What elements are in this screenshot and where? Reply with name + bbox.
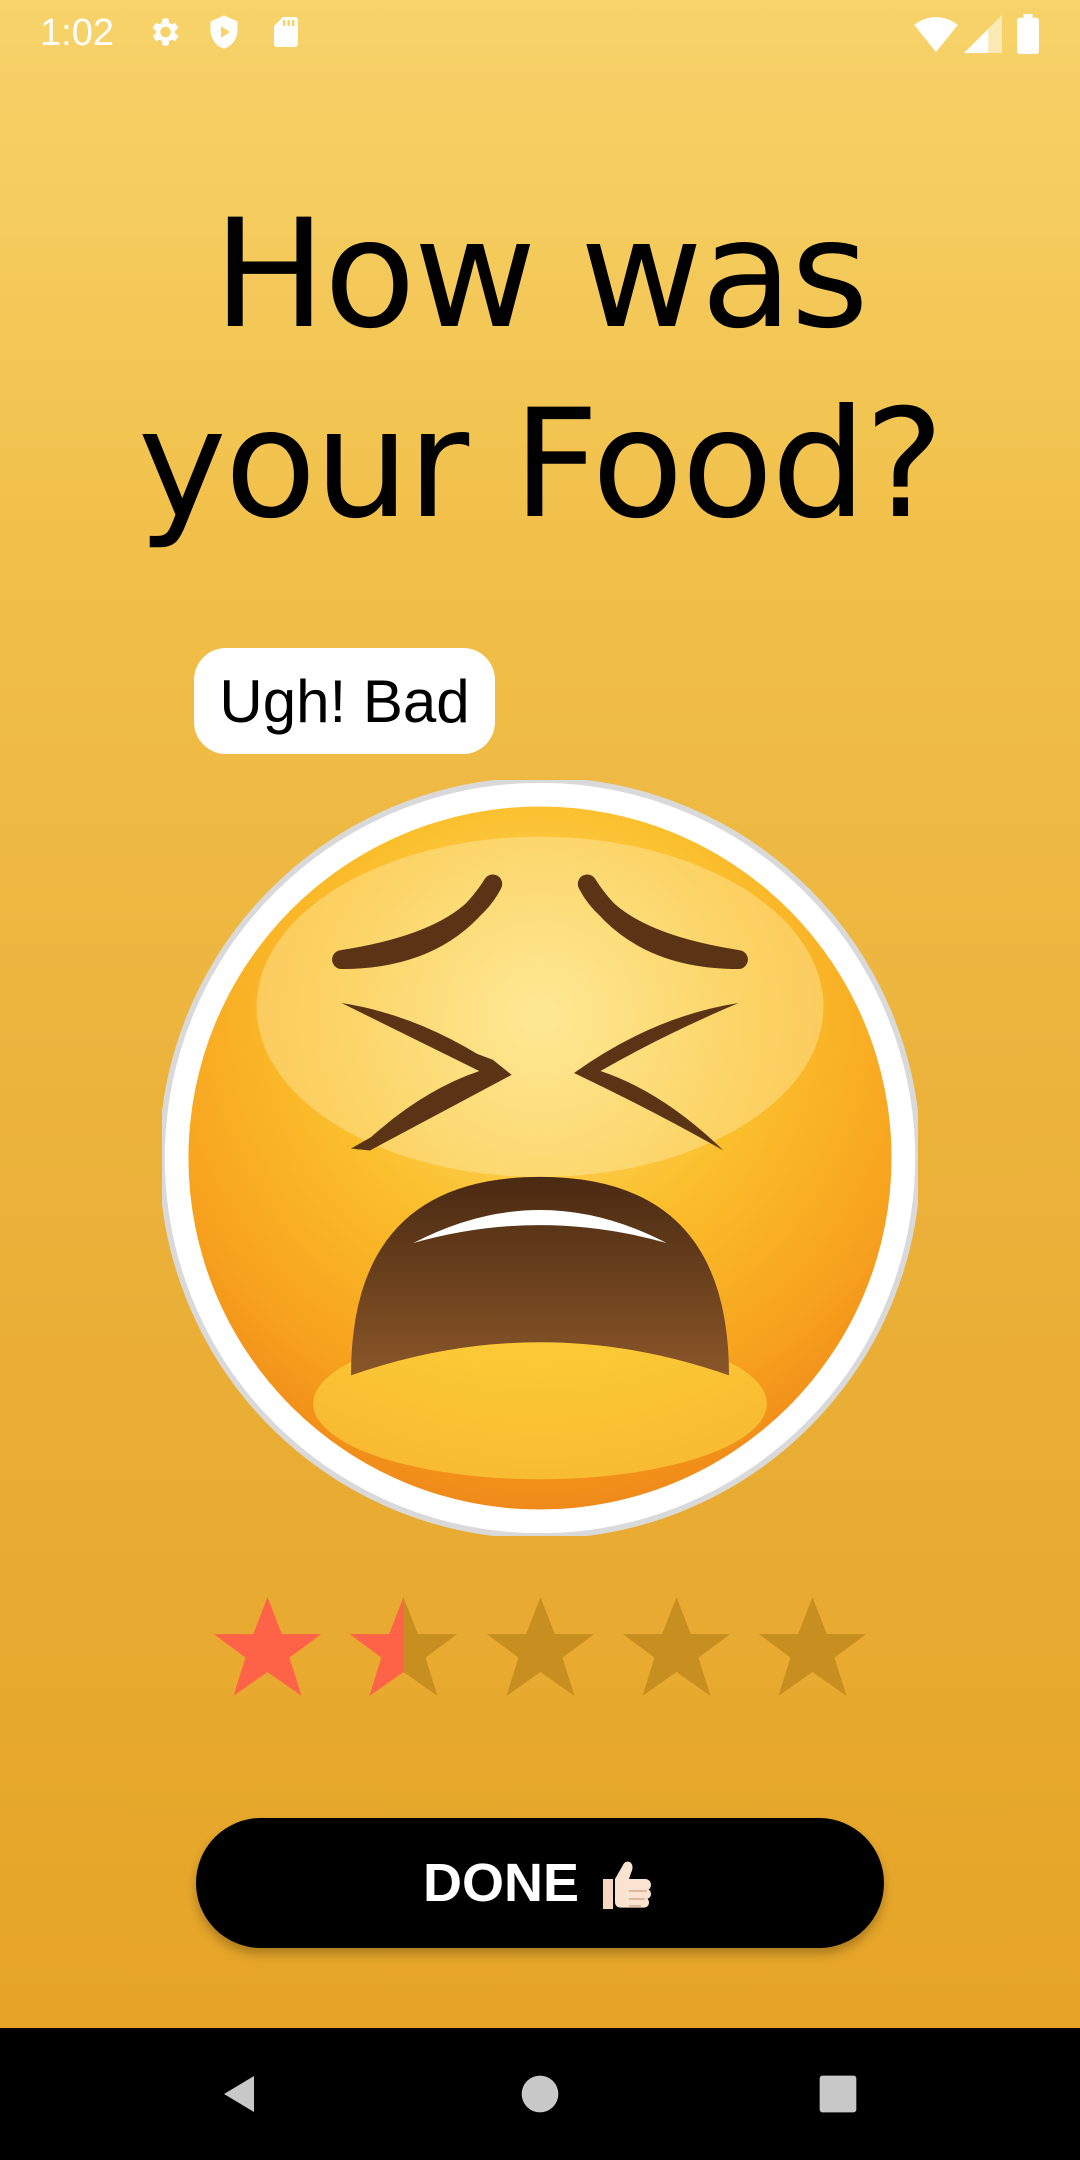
mood-label-bubble: Ugh! Bad: [194, 648, 495, 754]
thumbs-up-icon: [603, 1861, 651, 1909]
done-button[interactable]: DONE: [196, 1818, 884, 1948]
sd-card-icon: [274, 17, 298, 47]
status-bar: 1:02: [0, 0, 1080, 66]
mood-label: Ugh! Bad: [219, 667, 470, 735]
recents-icon: [819, 2075, 857, 2113]
settings-icon: [152, 18, 179, 46]
star-3[interactable]: [483, 1590, 598, 1705]
back-button[interactable]: [180, 2028, 300, 2160]
title-line-2: your Food?: [137, 378, 944, 552]
page-title: How was your Food?: [0, 180, 1080, 560]
recents-button[interactable]: [778, 2028, 898, 2160]
back-icon: [224, 2076, 254, 2112]
done-button-label: DONE: [422, 1853, 579, 1913]
star-1[interactable]: [210, 1590, 325, 1705]
star-4[interactable]: [619, 1590, 734, 1705]
star-5[interactable]: [755, 1590, 870, 1705]
home-icon: [521, 2075, 559, 2113]
signal-icon: [964, 15, 1002, 53]
shield-icon: [210, 15, 238, 49]
title-line-1: How was: [213, 188, 869, 362]
star-2[interactable]: [346, 1590, 461, 1705]
battery-icon: [1017, 14, 1039, 54]
star-rating[interactable]: [210, 1590, 870, 1705]
navigation-bar: [0, 2028, 1080, 2160]
wifi-icon: [914, 17, 958, 53]
home-button[interactable]: [480, 2028, 600, 2160]
tired-face-emoji: [162, 780, 918, 1536]
status-time: 1:02: [40, 12, 114, 54]
